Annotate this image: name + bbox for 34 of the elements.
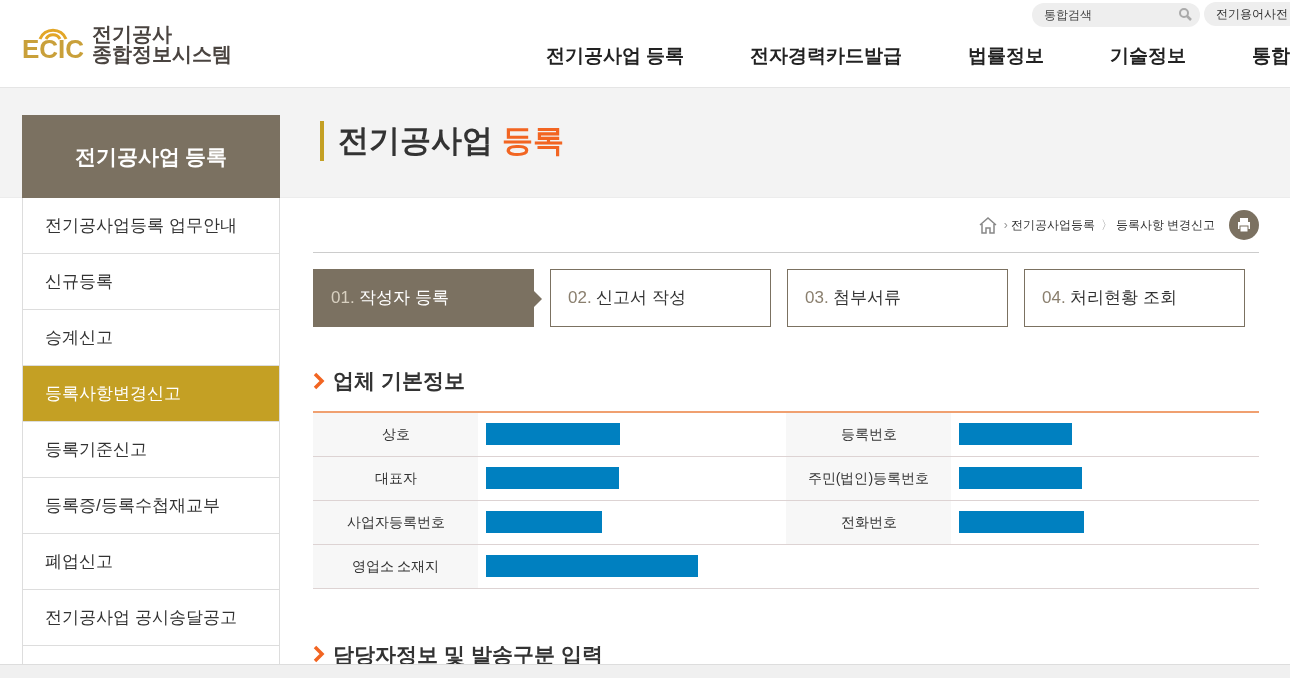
field-label: 대표자: [313, 456, 478, 500]
nav-link[interactable]: 기술정보: [1110, 41, 1186, 71]
title-accent-bar: [320, 121, 324, 162]
sidebar-title: 전기공사업 등록: [22, 115, 280, 198]
field-label: 전화번호: [786, 500, 951, 544]
nav-link[interactable]: 전기공사업 등록: [545, 41, 684, 71]
field-label: 주민(법인)등록번호: [786, 456, 951, 500]
breadcrumb-link[interactable]: 전기공사업등록: [1010, 216, 1095, 234]
step-tab[interactable]: 03. 첨부서류: [787, 269, 1008, 327]
chevron-icon: [313, 645, 325, 664]
page-title: 전기공사업 등록: [338, 122, 564, 160]
search-icon[interactable]: [1178, 7, 1192, 21]
field-label: 상호: [313, 412, 478, 456]
breadcrumb-separator: ›: [1003, 217, 1008, 234]
logo-title: 전기공사: [92, 23, 173, 44]
logo-subtitle: 종합정보시스템: [92, 43, 233, 64]
nav-link[interactable]: 전자경력카드발급: [750, 41, 902, 71]
horizontal-scrollbar[interactable]: [0, 664, 1290, 678]
breadcrumb-link[interactable]: 등록사항 변경신고: [1115, 216, 1215, 234]
dictionary-button[interactable]: 전기용어사전: [1204, 2, 1290, 26]
step-tab[interactable]: 02. 신고서 작성: [550, 269, 771, 327]
nav-link[interactable]: 법률정보: [968, 41, 1044, 71]
home-icon[interactable]: [977, 216, 998, 234]
logo-mark: ECIC: [22, 35, 85, 62]
field-label: 등록번호: [786, 412, 951, 456]
breadcrumb-separator: 〉: [1100, 217, 1113, 234]
step-tab[interactable]: 04. 처리현황 조회: [1024, 269, 1245, 327]
chevron-icon: [313, 371, 325, 390]
field-label: 사업자등록번호: [313, 500, 478, 544]
section-heading: 업체 기본정보: [333, 368, 465, 394]
nav-link[interactable]: 통합: [1252, 41, 1290, 71]
field-label: 영업소 소재지: [313, 544, 478, 588]
print-icon[interactable]: [1229, 210, 1259, 240]
search-field[interactable]: 통합검색: [1032, 3, 1200, 27]
